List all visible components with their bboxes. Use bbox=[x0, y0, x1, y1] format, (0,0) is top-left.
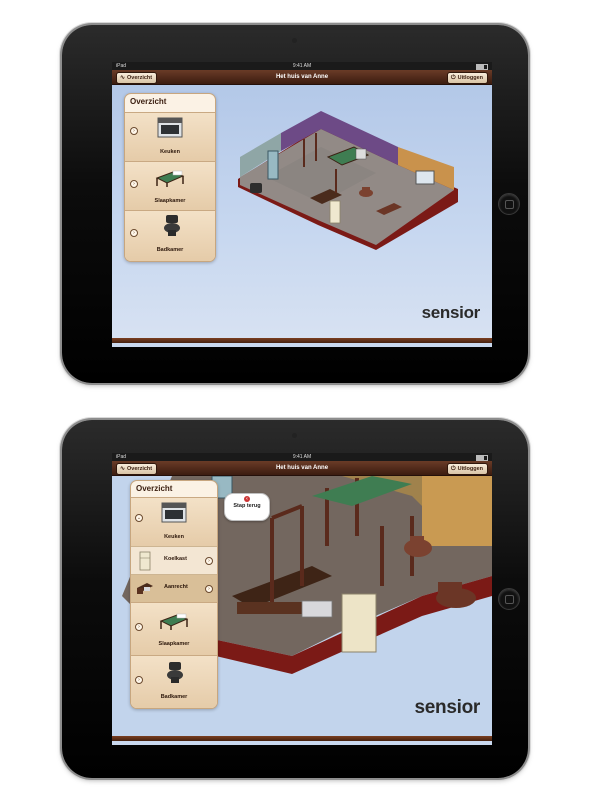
logout-button[interactable]: ⏻ Uitloggen bbox=[446, 72, 488, 84]
chevron-right-icon: › bbox=[205, 557, 213, 565]
page-title: Het huis van Anne bbox=[275, 74, 329, 80]
camera bbox=[292, 38, 297, 43]
sidebar-item-label: Slaapkamer bbox=[158, 641, 190, 647]
sidebar-title: Overzicht bbox=[130, 97, 167, 106]
home-button[interactable] bbox=[498, 588, 520, 610]
house-view-zoomed: Overzicht ⌄ Keuken Koelkast › Aanrecht ›… bbox=[112, 476, 492, 741]
camera bbox=[292, 433, 297, 438]
counter-icon bbox=[137, 583, 153, 594]
chevron-right-icon: › bbox=[130, 127, 138, 135]
sidebar-item-label: Keuken bbox=[160, 149, 180, 155]
sidebar-item-keuken[interactable]: › Keuken bbox=[125, 112, 215, 162]
overview-sidebar: Overzicht ⌄ Keuken Koelkast › Aanrecht ›… bbox=[130, 480, 218, 709]
chevron-right-icon: › bbox=[205, 585, 213, 593]
stove-icon bbox=[161, 502, 187, 523]
sidebar-item-slaapkamer[interactable]: › Slaapkamer bbox=[131, 602, 217, 656]
chevron-right-icon: › bbox=[135, 676, 143, 684]
bed-icon bbox=[155, 170, 185, 187]
ipad-frame-bottom: iPad 9:41 AM ∿ Overzicht Het huis van Ann… bbox=[62, 420, 528, 778]
chevron-right-icon: › bbox=[130, 229, 138, 237]
toilet-icon bbox=[164, 215, 180, 236]
bottom-bar bbox=[112, 736, 492, 741]
power-icon: ⏻ bbox=[450, 75, 456, 81]
sidebar-subitem-label: Aanrecht bbox=[164, 584, 188, 590]
logout-button-label: Uitloggen bbox=[457, 466, 483, 472]
sidebar-item-label: Badkamer bbox=[160, 694, 188, 700]
chevron-right-icon: › bbox=[130, 180, 138, 188]
sidebar-item-badkamer[interactable]: › Badkamer bbox=[125, 210, 215, 261]
chevron-down-icon: ⌄ bbox=[135, 514, 143, 522]
back-button-label: Stap terug bbox=[233, 503, 261, 509]
sidebar-item-keuken[interactable]: ⌄ Keuken bbox=[131, 497, 217, 547]
power-icon: ⏻ bbox=[450, 466, 456, 472]
overview-sidebar: Overzicht › Keuken › Slaapkamer › Badkam… bbox=[124, 93, 216, 262]
status-bar: iPad 9:41 AM bbox=[112, 453, 492, 461]
navigation-bar: ∿ Overzicht Het huis van Anne ⏻ Uitloggen bbox=[112, 70, 492, 85]
logout-button[interactable]: ⏻ Uitloggen bbox=[446, 463, 488, 475]
sensior-logo: sensior bbox=[414, 697, 481, 718]
sidebar-item-label: Keuken bbox=[164, 534, 184, 540]
sidebar-subitem-label: Koelkast bbox=[164, 556, 187, 562]
toilet-icon bbox=[167, 662, 183, 683]
back-icon: ‹ bbox=[244, 496, 250, 502]
status-bar: iPad 9:41 AM bbox=[112, 62, 492, 70]
house-view: Overzicht › Keuken › Slaapkamer › Badkam… bbox=[112, 85, 492, 343]
ipad-frame-top: iPad 9:41 AM ∿ Overzicht Het huis van Ann… bbox=[62, 25, 528, 383]
sidebar-item-badkamer[interactable]: › Badkamer bbox=[131, 655, 217, 708]
sidebar-item-slaapkamer[interactable]: › Slaapkamer bbox=[125, 161, 215, 211]
fridge-icon bbox=[139, 551, 151, 571]
bottom-bar bbox=[112, 338, 492, 343]
house-floorplan bbox=[238, 111, 458, 250]
sensior-logo: sensior bbox=[421, 303, 481, 322]
screen-kitchen-detail: iPad 9:41 AM ∿ Overzicht Het huis van Ann… bbox=[112, 453, 492, 745]
sidebar-item-label: Slaapkamer bbox=[154, 198, 186, 204]
clock: 9:41 AM bbox=[292, 454, 312, 460]
chevron-right-icon: › bbox=[135, 623, 143, 631]
logout-button-label: Uitloggen bbox=[457, 75, 483, 81]
navigation-bar: ∿ Overzicht Het huis van Anne ⏻ Uitloggen bbox=[112, 461, 492, 476]
sidebar-subitem-koelkast[interactable]: Koelkast › bbox=[131, 546, 217, 575]
sidebar-item-label: Badkamer bbox=[156, 247, 184, 253]
stove-icon bbox=[157, 117, 183, 138]
bed-icon bbox=[159, 613, 189, 630]
home-button[interactable] bbox=[498, 193, 520, 215]
sidebar-subitem-aanrecht[interactable]: Aanrecht › bbox=[131, 574, 217, 603]
back-button[interactable]: ‹ Stap terug bbox=[224, 493, 270, 521]
page-title: Het huis van Anne bbox=[275, 465, 329, 471]
sidebar-title: Overzicht bbox=[136, 484, 173, 493]
screen-overview: iPad 9:41 AM ∿ Overzicht Het huis van Ann… bbox=[112, 62, 492, 347]
clock: 9:41 AM bbox=[292, 63, 312, 69]
